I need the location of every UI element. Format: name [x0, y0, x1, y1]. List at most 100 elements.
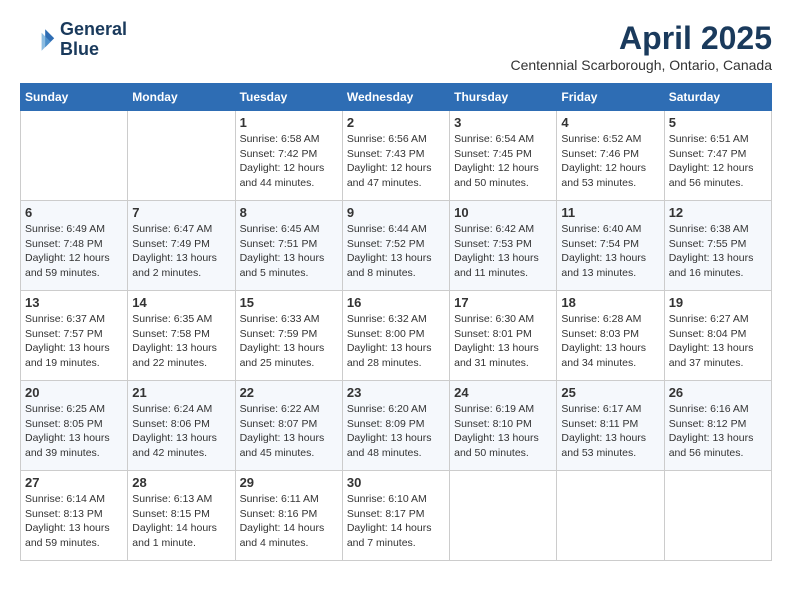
sunset-text: Sunset: 8:04 PM [669, 328, 747, 340]
daylight-text: Daylight: 13 hours and 31 minutes. [454, 342, 539, 369]
day-number: 26 [669, 385, 767, 400]
cell-content: Sunrise: 6:13 AM Sunset: 8:15 PM Dayligh… [132, 492, 230, 551]
sunset-text: Sunset: 7:49 PM [132, 238, 210, 250]
sunrise-text: Sunrise: 6:14 AM [25, 493, 105, 505]
sunset-text: Sunset: 8:06 PM [132, 418, 210, 430]
daylight-text: Daylight: 13 hours and 42 minutes. [132, 432, 217, 459]
daylight-text: Daylight: 12 hours and 44 minutes. [240, 162, 325, 189]
calendar-cell: 21 Sunrise: 6:24 AM Sunset: 8:06 PM Dayl… [128, 381, 235, 471]
daylight-text: Daylight: 12 hours and 50 minutes. [454, 162, 539, 189]
sunset-text: Sunset: 8:10 PM [454, 418, 532, 430]
week-row-4: 20 Sunrise: 6:25 AM Sunset: 8:05 PM Dayl… [21, 381, 772, 471]
calendar-cell: 18 Sunrise: 6:28 AM Sunset: 8:03 PM Dayl… [557, 291, 664, 381]
sunset-text: Sunset: 7:52 PM [347, 238, 425, 250]
calendar-cell: 2 Sunrise: 6:56 AM Sunset: 7:43 PM Dayli… [342, 111, 449, 201]
daylight-text: Daylight: 14 hours and 1 minute. [132, 522, 217, 549]
sunrise-text: Sunrise: 6:27 AM [669, 313, 749, 325]
cell-content: Sunrise: 6:25 AM Sunset: 8:05 PM Dayligh… [25, 402, 123, 461]
sunset-text: Sunset: 8:12 PM [669, 418, 747, 430]
sunrise-text: Sunrise: 6:40 AM [561, 223, 641, 235]
day-number: 3 [454, 115, 552, 130]
cell-content: Sunrise: 6:24 AM Sunset: 8:06 PM Dayligh… [132, 402, 230, 461]
calendar-cell [557, 471, 664, 561]
cell-content: Sunrise: 6:42 AM Sunset: 7:53 PM Dayligh… [454, 222, 552, 281]
sunrise-text: Sunrise: 6:13 AM [132, 493, 212, 505]
cell-content: Sunrise: 6:49 AM Sunset: 7:48 PM Dayligh… [25, 222, 123, 281]
day-number: 28 [132, 475, 230, 490]
sunset-text: Sunset: 8:11 PM [561, 418, 638, 430]
cell-content: Sunrise: 6:11 AM Sunset: 8:16 PM Dayligh… [240, 492, 338, 551]
day-number: 30 [347, 475, 445, 490]
daylight-text: Daylight: 13 hours and 16 minutes. [669, 252, 754, 279]
header-row: SundayMondayTuesdayWednesdayThursdayFrid… [21, 84, 772, 111]
day-number: 8 [240, 205, 338, 220]
header-day-wednesday: Wednesday [342, 84, 449, 111]
sunrise-text: Sunrise: 6:38 AM [669, 223, 749, 235]
calendar-table: SundayMondayTuesdayWednesdayThursdayFrid… [20, 83, 772, 561]
sunset-text: Sunset: 7:48 PM [25, 238, 103, 250]
daylight-text: Daylight: 13 hours and 53 minutes. [561, 432, 646, 459]
sunset-text: Sunset: 8:17 PM [347, 508, 425, 520]
daylight-text: Daylight: 13 hours and 48 minutes. [347, 432, 432, 459]
sunrise-text: Sunrise: 6:28 AM [561, 313, 641, 325]
sunset-text: Sunset: 8:15 PM [132, 508, 210, 520]
day-number: 17 [454, 295, 552, 310]
day-number: 20 [25, 385, 123, 400]
cell-content: Sunrise: 6:22 AM Sunset: 8:07 PM Dayligh… [240, 402, 338, 461]
cell-content: Sunrise: 6:20 AM Sunset: 8:09 PM Dayligh… [347, 402, 445, 461]
cell-content: Sunrise: 6:33 AM Sunset: 7:59 PM Dayligh… [240, 312, 338, 371]
daylight-text: Daylight: 13 hours and 25 minutes. [240, 342, 325, 369]
sunrise-text: Sunrise: 6:35 AM [132, 313, 212, 325]
daylight-text: Daylight: 13 hours and 28 minutes. [347, 342, 432, 369]
day-number: 23 [347, 385, 445, 400]
day-number: 29 [240, 475, 338, 490]
sunrise-text: Sunrise: 6:22 AM [240, 403, 320, 415]
calendar-cell: 7 Sunrise: 6:47 AM Sunset: 7:49 PM Dayli… [128, 201, 235, 291]
calendar-cell [128, 111, 235, 201]
day-number: 7 [132, 205, 230, 220]
calendar-body: 1 Sunrise: 6:58 AM Sunset: 7:42 PM Dayli… [21, 111, 772, 561]
daylight-text: Daylight: 13 hours and 11 minutes. [454, 252, 539, 279]
logo: General Blue [20, 20, 127, 60]
cell-content: Sunrise: 6:56 AM Sunset: 7:43 PM Dayligh… [347, 132, 445, 191]
header-day-thursday: Thursday [450, 84, 557, 111]
calendar-cell: 10 Sunrise: 6:42 AM Sunset: 7:53 PM Dayl… [450, 201, 557, 291]
cell-content: Sunrise: 6:32 AM Sunset: 8:00 PM Dayligh… [347, 312, 445, 371]
logo-icon [20, 22, 56, 58]
cell-content: Sunrise: 6:35 AM Sunset: 7:58 PM Dayligh… [132, 312, 230, 371]
sunset-text: Sunset: 8:07 PM [240, 418, 318, 430]
location-subtitle: Centennial Scarborough, Ontario, Canada [510, 57, 772, 73]
sunset-text: Sunset: 7:58 PM [132, 328, 210, 340]
day-number: 18 [561, 295, 659, 310]
calendar-cell [664, 471, 771, 561]
day-number: 13 [25, 295, 123, 310]
sunrise-text: Sunrise: 6:32 AM [347, 313, 427, 325]
daylight-text: Daylight: 13 hours and 2 minutes. [132, 252, 217, 279]
cell-content: Sunrise: 6:54 AM Sunset: 7:45 PM Dayligh… [454, 132, 552, 191]
day-number: 12 [669, 205, 767, 220]
day-number: 25 [561, 385, 659, 400]
day-number: 10 [454, 205, 552, 220]
day-number: 21 [132, 385, 230, 400]
day-number: 16 [347, 295, 445, 310]
calendar-cell: 30 Sunrise: 6:10 AM Sunset: 8:17 PM Dayl… [342, 471, 449, 561]
calendar-cell: 27 Sunrise: 6:14 AM Sunset: 8:13 PM Dayl… [21, 471, 128, 561]
sunrise-text: Sunrise: 6:11 AM [240, 493, 319, 505]
cell-content: Sunrise: 6:27 AM Sunset: 8:04 PM Dayligh… [669, 312, 767, 371]
sunset-text: Sunset: 8:05 PM [25, 418, 103, 430]
cell-content: Sunrise: 6:40 AM Sunset: 7:54 PM Dayligh… [561, 222, 659, 281]
sunrise-text: Sunrise: 6:56 AM [347, 133, 427, 145]
cell-content: Sunrise: 6:28 AM Sunset: 8:03 PM Dayligh… [561, 312, 659, 371]
daylight-text: Daylight: 13 hours and 59 minutes. [25, 522, 110, 549]
daylight-text: Daylight: 13 hours and 39 minutes. [25, 432, 110, 459]
calendar-cell: 4 Sunrise: 6:52 AM Sunset: 7:46 PM Dayli… [557, 111, 664, 201]
sunrise-text: Sunrise: 6:51 AM [669, 133, 749, 145]
sunset-text: Sunset: 7:47 PM [669, 148, 747, 160]
daylight-text: Daylight: 13 hours and 56 minutes. [669, 432, 754, 459]
cell-content: Sunrise: 6:10 AM Sunset: 8:17 PM Dayligh… [347, 492, 445, 551]
calendar-cell: 5 Sunrise: 6:51 AM Sunset: 7:47 PM Dayli… [664, 111, 771, 201]
calendar-cell: 6 Sunrise: 6:49 AM Sunset: 7:48 PM Dayli… [21, 201, 128, 291]
calendar-cell: 28 Sunrise: 6:13 AM Sunset: 8:15 PM Dayl… [128, 471, 235, 561]
cell-content: Sunrise: 6:14 AM Sunset: 8:13 PM Dayligh… [25, 492, 123, 551]
daylight-text: Daylight: 13 hours and 50 minutes. [454, 432, 539, 459]
